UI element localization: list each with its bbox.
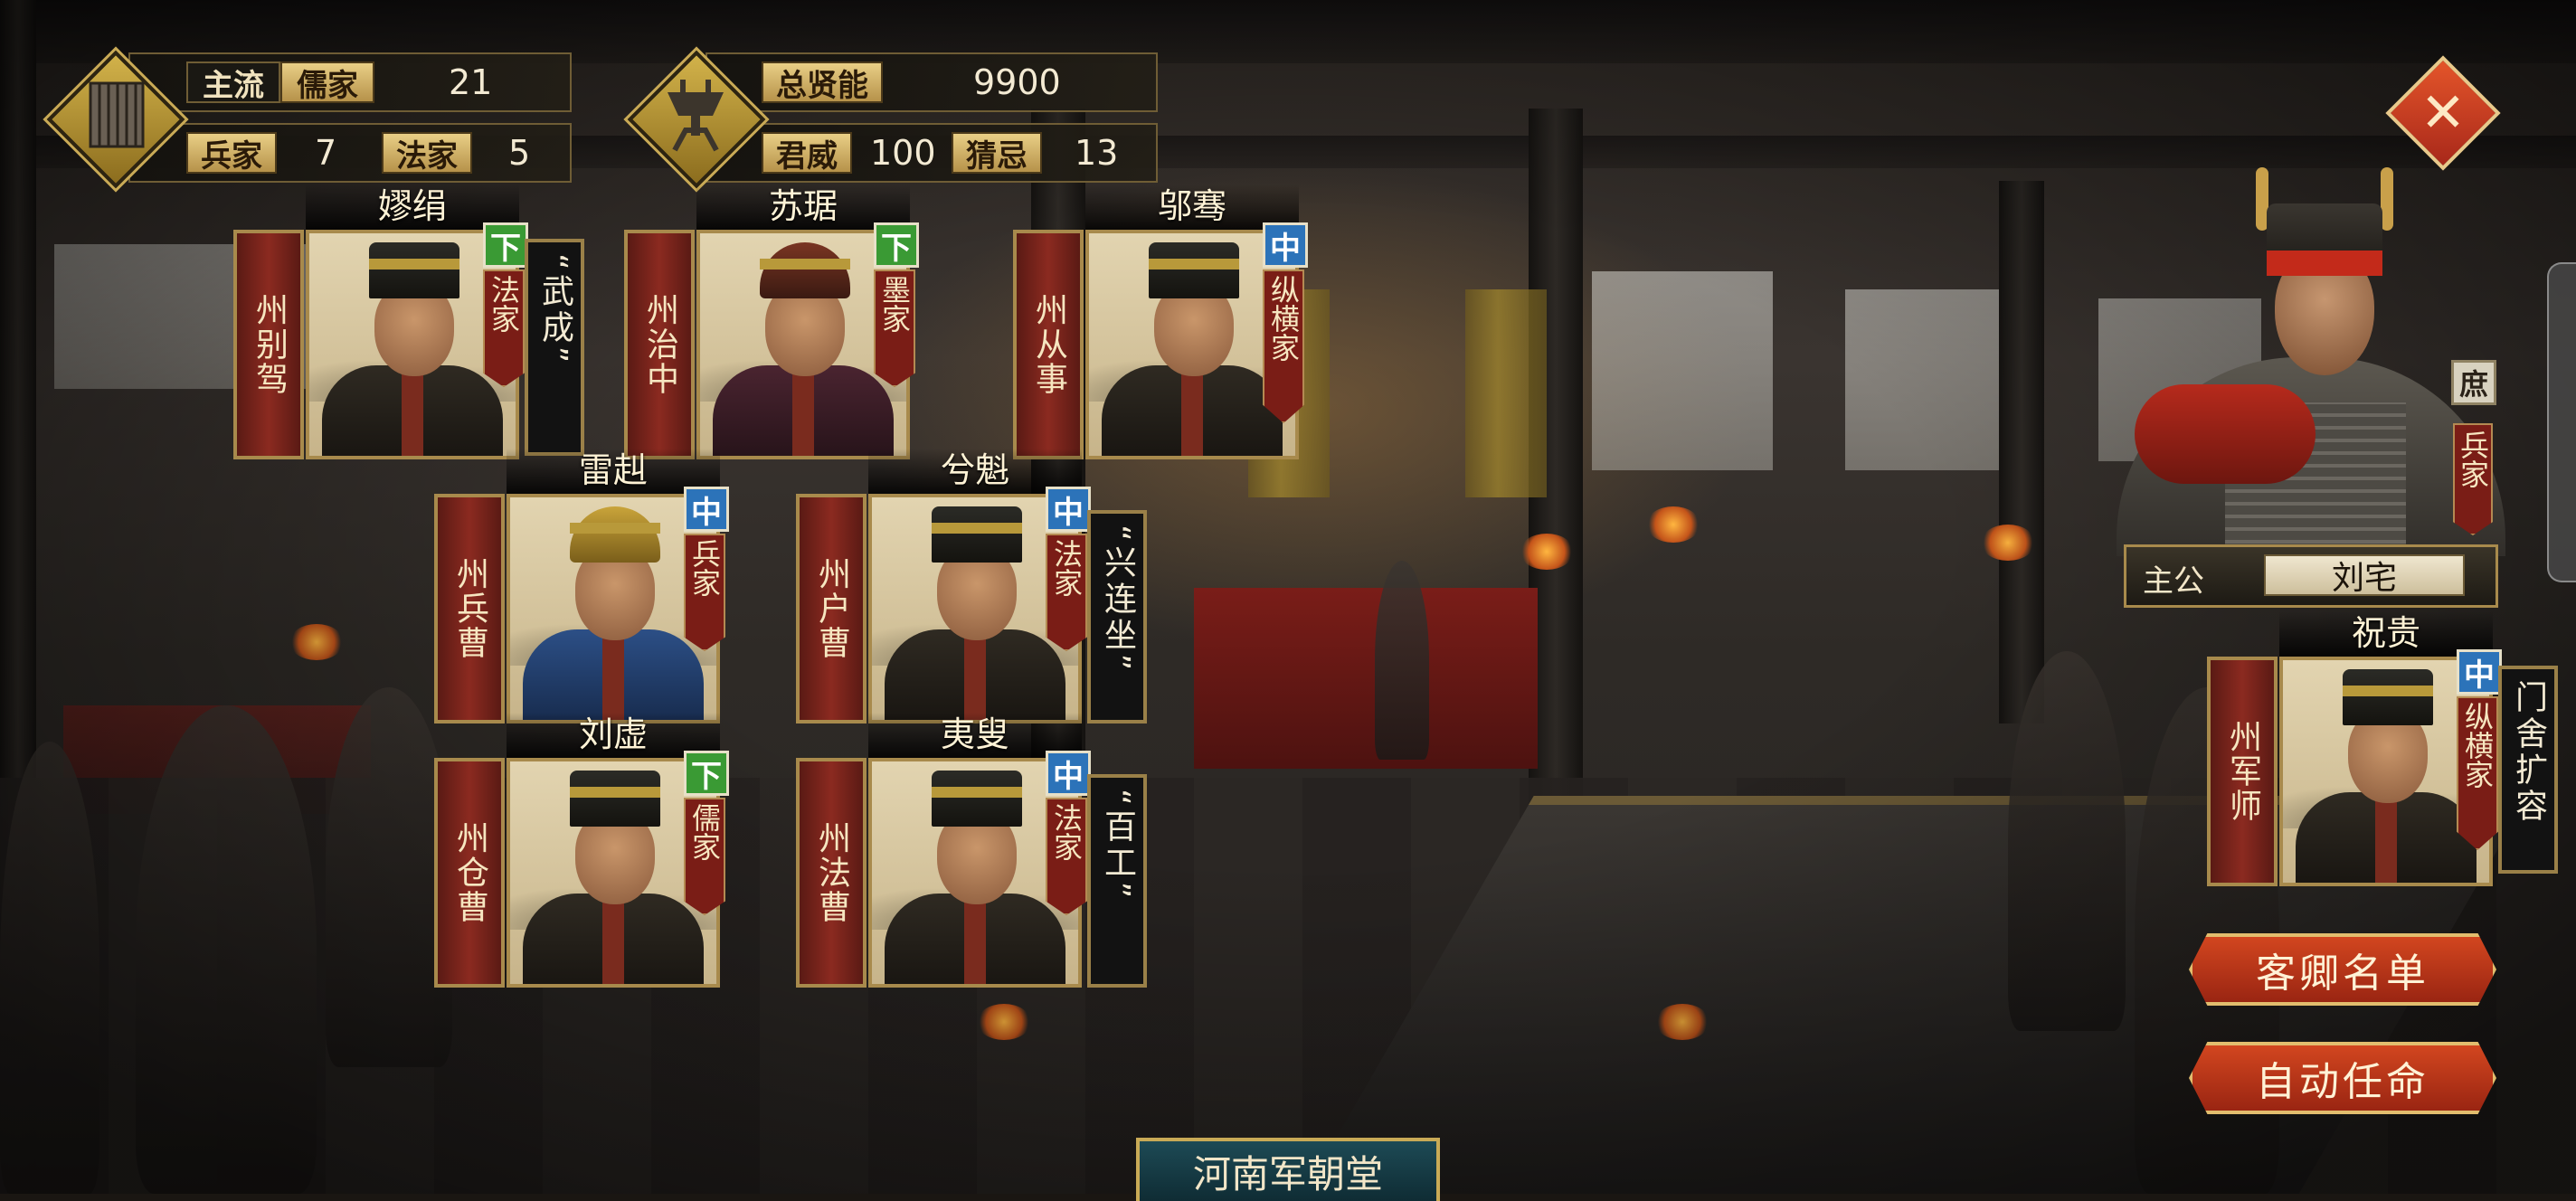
office-title: 州军师 — [2224, 720, 2261, 823]
official-name: 兮魁 — [940, 450, 1009, 490]
mainstream-label: 主流 — [186, 61, 280, 104]
rank-badge: 下 — [483, 222, 528, 268]
school-ribbon: 儒家 — [684, 798, 725, 915]
official-name: 苏琚 — [768, 186, 838, 226]
office-title: 州法曹 — [813, 821, 850, 924]
rank-badge: 中 — [1263, 222, 1308, 268]
auto-assign-button[interactable]: 自动任命 — [2189, 1042, 2496, 1114]
school-ribbon: 纵横家 — [2457, 696, 2498, 850]
official-name: 邬骞 — [1157, 186, 1226, 226]
total-talent-row: 总贤能 9900 — [706, 52, 1158, 112]
mainstream-count: 21 — [449, 62, 493, 102]
prestige-label: 君威 — [762, 132, 852, 175]
school-ribbon: 法家 — [1046, 534, 1087, 651]
office-title-plate: 州仓曹 — [434, 758, 505, 988]
official-name: 雷赳 — [578, 450, 648, 490]
total-talent-label: 总贤能 — [762, 61, 883, 104]
official-name: 嫪绢 — [377, 186, 447, 226]
trait-banner: 门舍扩容 — [2498, 666, 2558, 874]
office-title: 州从事 — [1030, 293, 1067, 396]
office-title-plate: 州从事 — [1013, 230, 1084, 459]
mainstream-row: 主流 儒家 21 — [128, 52, 572, 112]
rank-badge: 下 — [874, 222, 919, 268]
school-ribbon: 墨家 — [874, 270, 915, 387]
office-title-plate: 州法曹 — [796, 758, 867, 988]
total-talent-value: 9900 — [973, 62, 1061, 102]
fajia-count: 5 — [508, 133, 531, 173]
school-ribbon: 法家 — [483, 270, 525, 387]
lord-nameplate: 主公 刘宅 — [2124, 544, 2498, 608]
rank-badge: 中 — [1046, 751, 1091, 796]
office-title: 州仓曹 — [451, 821, 488, 924]
trait-banner: “武成” — [525, 239, 584, 456]
office-title-plate: 州别驾 — [233, 230, 304, 459]
office-title-plate: 州军师 — [2207, 657, 2278, 886]
rank-badge: 中 — [2457, 649, 2502, 695]
trait-banner: “兴连坐” — [1087, 510, 1147, 723]
scroll-icon — [76, 74, 157, 171]
lord-label: 主公 — [2143, 563, 2204, 600]
rank-badge: 下 — [684, 751, 729, 796]
office-title: 州别驾 — [251, 293, 288, 396]
office-title: 州户曹 — [813, 557, 850, 660]
suspicion-value: 13 — [1075, 133, 1119, 173]
bingjia-count: 7 — [315, 133, 337, 173]
side-drawer-handle[interactable] — [2547, 262, 2576, 582]
school-ribbon: 纵横家 — [1263, 270, 1304, 423]
office-title-plate: 州治中 — [624, 230, 695, 459]
lord-name: 刘宅 — [2264, 554, 2465, 597]
rank-badge: 中 — [1046, 487, 1091, 532]
fajia-label: 法家 — [382, 132, 472, 175]
bronze-cup-icon — [655, 74, 736, 171]
school-ribbon: 法家 — [1046, 798, 1087, 915]
office-title-plate: 州户曹 — [796, 494, 867, 723]
lord-rank-badge: 庶 — [2451, 360, 2496, 405]
official-name: 夷叟 — [940, 714, 1009, 754]
official-name: 刘虚 — [578, 714, 648, 754]
office-title: 州治中 — [641, 293, 678, 396]
lord-school-ribbon: 兵家 — [2453, 423, 2493, 535]
office-title: 州兵曹 — [451, 557, 488, 660]
official-name: 祝贵 — [2351, 613, 2420, 653]
court-title: 河南军朝堂 — [1136, 1138, 1440, 1201]
school-counts-row: 兵家 7 法家 5 — [128, 123, 572, 183]
guest-list-button[interactable]: 客卿名单 — [2189, 933, 2496, 1006]
office-title-plate: 州兵曹 — [434, 494, 505, 723]
trait-banner: “百工” — [1087, 774, 1147, 988]
suspicion-label: 猜忌 — [952, 132, 1042, 175]
rank-badge: 中 — [684, 487, 729, 532]
prestige-value: 100 — [870, 133, 936, 173]
prestige-row: 君威 100 猜忌 13 — [706, 123, 1158, 183]
bingjia-label: 兵家 — [186, 132, 277, 175]
school-ribbon: 兵家 — [684, 534, 725, 651]
mainstream-school: 儒家 — [280, 61, 374, 104]
